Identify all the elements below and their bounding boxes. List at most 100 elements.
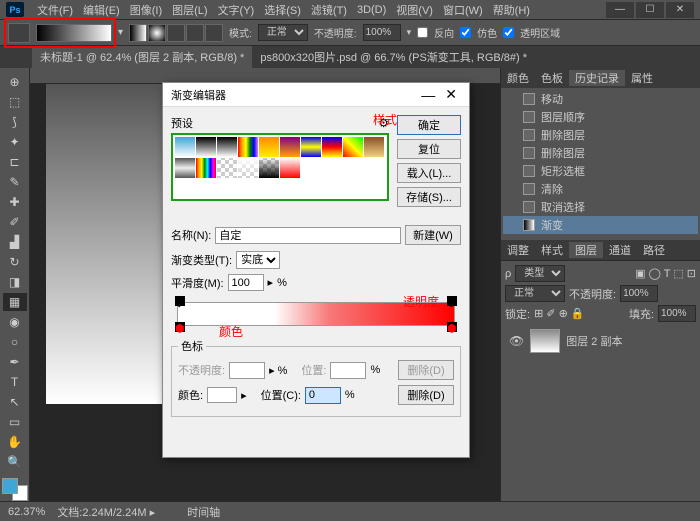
preset-swatch[interactable] bbox=[217, 137, 237, 157]
menu-help[interactable]: 帮助(H) bbox=[488, 2, 535, 18]
dialog-close-icon[interactable]: ✕ bbox=[441, 86, 461, 103]
panel-tab-properties[interactable]: 属性 bbox=[625, 70, 659, 86]
stamp-tool[interactable]: ▟ bbox=[3, 233, 27, 251]
preset-swatch[interactable] bbox=[175, 137, 195, 157]
panel-tab-channels[interactable]: 通道 bbox=[603, 242, 637, 258]
wand-tool[interactable]: ✦ bbox=[3, 133, 27, 151]
color-swatches[interactable] bbox=[2, 478, 28, 501]
save-button[interactable]: 存储(S)... bbox=[397, 187, 461, 207]
preset-swatch[interactable] bbox=[175, 158, 195, 178]
preset-swatch[interactable] bbox=[364, 137, 384, 157]
panel-tab-history[interactable]: 历史记录 bbox=[569, 70, 625, 86]
menu-view[interactable]: 视图(V) bbox=[391, 2, 438, 18]
eyedropper-tool[interactable]: ✎ bbox=[3, 173, 27, 191]
preset-swatch[interactable] bbox=[238, 158, 258, 178]
layer-kind-select[interactable]: 类型 bbox=[515, 265, 565, 282]
blur-tool[interactable]: ◉ bbox=[3, 313, 27, 331]
panel-tab-styles[interactable]: 样式 bbox=[535, 242, 569, 258]
gradient-picker[interactable] bbox=[36, 24, 112, 42]
shape-tool[interactable]: ▭ bbox=[3, 413, 27, 431]
preset-swatch[interactable] bbox=[196, 137, 216, 157]
close-button[interactable]: ✕ bbox=[666, 2, 694, 18]
color-stop[interactable]: ⬢ bbox=[447, 322, 457, 332]
layer-thumbnail[interactable] bbox=[530, 329, 560, 353]
history-item[interactable]: 图层顺序 bbox=[503, 108, 698, 126]
menu-edit[interactable]: 编辑(E) bbox=[78, 2, 125, 18]
stop-color-swatch[interactable] bbox=[207, 387, 237, 403]
layer-opacity-input[interactable] bbox=[620, 285, 658, 302]
preset-swatch[interactable] bbox=[322, 137, 342, 157]
reverse-checkbox[interactable] bbox=[417, 27, 428, 38]
history-item[interactable]: 删除图层 bbox=[503, 126, 698, 144]
menu-layer[interactable]: 图层(L) bbox=[167, 2, 212, 18]
color-stop[interactable]: ⬢ bbox=[175, 322, 185, 332]
lasso-tool[interactable]: ⟆ bbox=[3, 113, 27, 131]
history-item[interactable]: 清除 bbox=[503, 180, 698, 198]
history-item[interactable]: 渐变 bbox=[503, 216, 698, 234]
new-button[interactable]: 新建(W) bbox=[405, 225, 461, 245]
healing-tool[interactable]: ✚ bbox=[3, 193, 27, 211]
preset-swatch[interactable] bbox=[280, 137, 300, 157]
history-brush-tool[interactable]: ↻ bbox=[3, 253, 27, 271]
preset-swatch[interactable] bbox=[238, 137, 258, 157]
menu-image[interactable]: 图像(I) bbox=[125, 2, 167, 18]
menu-3d[interactable]: 3D(D) bbox=[352, 4, 391, 16]
history-item[interactable]: 移动 bbox=[503, 90, 698, 108]
linear-gradient-button[interactable] bbox=[129, 24, 147, 42]
history-item[interactable]: 删除图层 bbox=[503, 144, 698, 162]
visibility-icon[interactable]: 👁 bbox=[509, 334, 524, 348]
path-tool[interactable]: ↖ bbox=[3, 393, 27, 411]
opacity-input[interactable] bbox=[363, 24, 401, 41]
angle-gradient-button[interactable] bbox=[167, 24, 185, 42]
panel-tab-layers[interactable]: 图层 bbox=[569, 242, 603, 258]
preset-swatch[interactable] bbox=[280, 158, 300, 178]
menu-file[interactable]: 文件(F) bbox=[32, 2, 78, 18]
panel-tab-adjust[interactable]: 调整 bbox=[501, 242, 535, 258]
dodge-tool[interactable]: ○ bbox=[3, 333, 27, 351]
layer-name[interactable]: 图层 2 副本 bbox=[566, 333, 622, 349]
marquee-tool[interactable]: ⬚ bbox=[3, 93, 27, 111]
layer-row[interactable]: 👁 图层 2 副本 bbox=[505, 325, 696, 357]
layer-fill-input[interactable] bbox=[658, 305, 696, 322]
foreground-color[interactable] bbox=[2, 478, 18, 494]
diamond-gradient-button[interactable] bbox=[205, 24, 223, 42]
zoom-level[interactable]: 62.37% bbox=[8, 506, 45, 518]
blend-mode-select[interactable]: 正常 bbox=[258, 24, 308, 41]
preset-swatch[interactable] bbox=[259, 158, 279, 178]
reflected-gradient-button[interactable] bbox=[186, 24, 204, 42]
gradient-type-select[interactable]: 实底 bbox=[236, 251, 280, 269]
dialog-titlebar[interactable]: 渐变编辑器 — ✕ bbox=[163, 83, 469, 107]
dither-checkbox[interactable] bbox=[460, 27, 471, 38]
preset-swatch[interactable] bbox=[301, 137, 321, 157]
opacity-stop[interactable]: ◆ bbox=[447, 296, 457, 306]
timeline-label[interactable]: 时间轴 bbox=[187, 504, 220, 520]
hand-tool[interactable]: ✋ bbox=[3, 433, 27, 451]
opacity-stop[interactable]: ◆ bbox=[175, 296, 185, 306]
panel-tab-paths[interactable]: 路径 bbox=[637, 242, 671, 258]
pen-tool[interactable]: ✒ bbox=[3, 353, 27, 371]
menu-filter[interactable]: 滤镜(T) bbox=[306, 2, 352, 18]
preset-swatch[interactable] bbox=[343, 137, 363, 157]
history-item[interactable]: 取消选择 bbox=[503, 198, 698, 216]
type-tool[interactable]: T bbox=[3, 373, 27, 391]
minimize-button[interactable]: — bbox=[606, 2, 634, 18]
preset-swatch[interactable] bbox=[217, 158, 237, 178]
gradient-name-input[interactable] bbox=[215, 227, 401, 244]
panel-tab-swatches[interactable]: 色板 bbox=[535, 70, 569, 86]
stop-position2-input[interactable] bbox=[305, 387, 341, 404]
document-tab[interactable]: ps800x320图片.psd @ 66.7% (PS渐变工具, RGB/8#)… bbox=[252, 46, 535, 68]
brush-tool[interactable]: ✐ bbox=[3, 213, 27, 231]
panel-tab-color[interactable]: 颜色 bbox=[501, 70, 535, 86]
document-tab[interactable]: 未标题-1 @ 62.4% (图层 2 副本, RGB/8) * bbox=[32, 46, 252, 68]
layer-blend-select[interactable]: 正常 bbox=[505, 285, 565, 302]
crop-tool[interactable]: ⊏ bbox=[3, 153, 27, 171]
eraser-tool[interactable]: ◨ bbox=[3, 273, 27, 291]
cancel-button[interactable]: 复位 bbox=[397, 139, 461, 159]
preset-swatch[interactable] bbox=[259, 137, 279, 157]
delete-color-stop-button[interactable]: 删除(D) bbox=[398, 385, 454, 405]
menu-type[interactable]: 文字(Y) bbox=[213, 2, 260, 18]
menu-select[interactable]: 选择(S) bbox=[259, 2, 306, 18]
preset-swatch[interactable] bbox=[196, 158, 216, 178]
smoothness-input[interactable] bbox=[228, 274, 264, 291]
ok-button[interactable]: 确定 bbox=[397, 115, 461, 135]
